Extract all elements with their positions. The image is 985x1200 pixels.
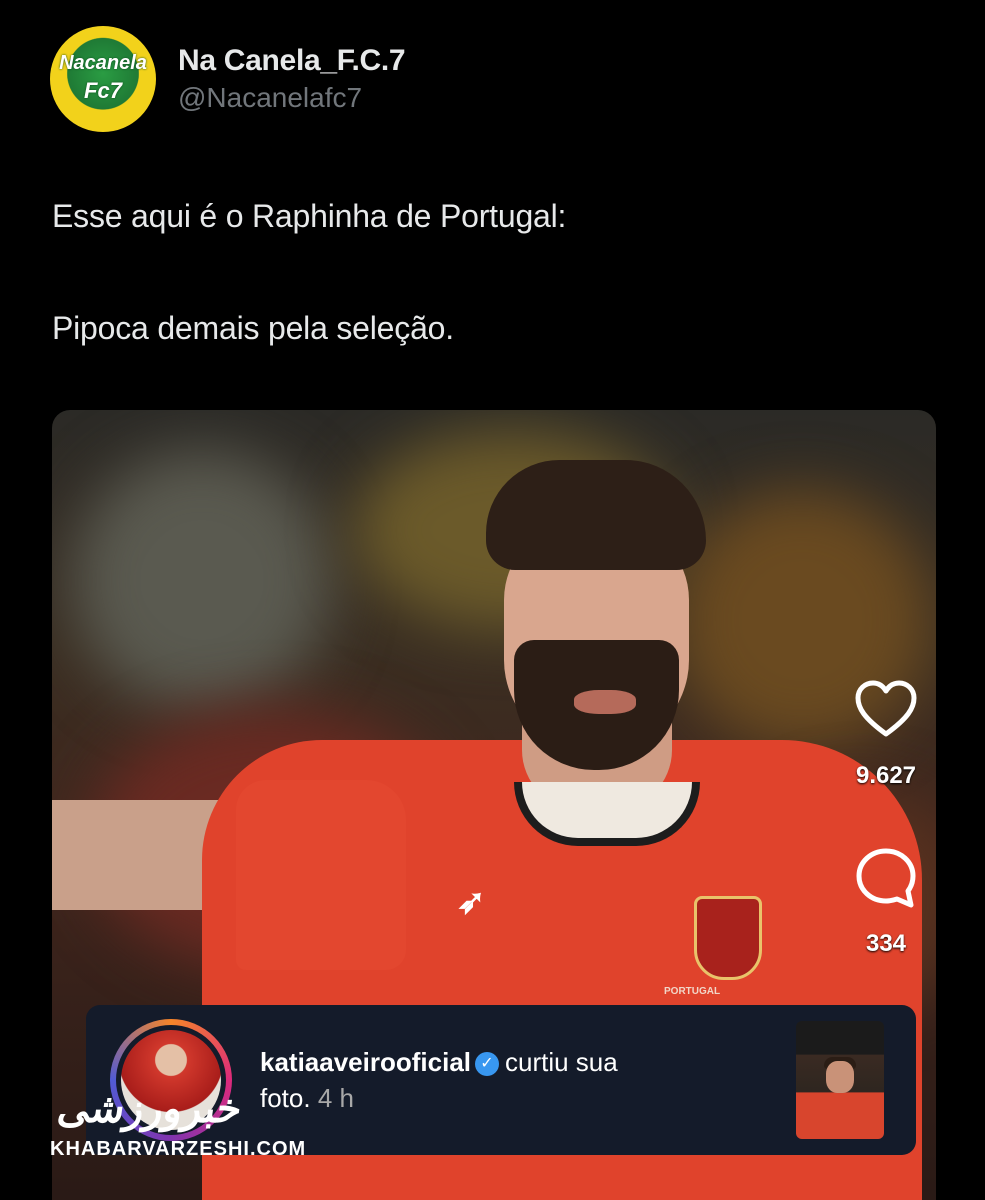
account-avatar[interactable]: Nacanela Fc7 [50,26,156,132]
notification-post-thumbnail[interactable] [796,1021,884,1139]
account-names: Na Canela_F.C.7 @Nacanelafc7 [178,44,406,114]
watermark-site: KHABARVARZESHI.COM [50,1138,307,1160]
notification-time: 4 h [317,1083,354,1113]
player-hair [486,460,706,570]
comment-count: 334 [865,930,907,957]
display-name[interactable]: Na Canela_F.C.7 [178,44,406,78]
account-handle[interactable]: @Nacanelafc7 [178,82,405,114]
thumbnail-face [826,1061,854,1093]
tweet-header: Nacanela Fc7 Na Canela_F.C.7 @Nacanelafc… [50,26,406,132]
notification-text: katiaaveirooficial ✓ curtiu sua foto. 4 h [260,1044,740,1116]
player-mouth [574,690,636,714]
avatar-logo-bottom: Fc7 [84,78,122,103]
like-action[interactable]: 9.627 [848,680,924,790]
jersey-text: PORTUGAL [664,986,721,997]
puma-logo-icon: ➶ [457,883,486,921]
heart-icon[interactable] [848,680,924,738]
comment-icon[interactable] [848,846,924,910]
tweet-text-line-2: Pipoca demais pela seleção. [52,310,454,346]
avatar-logo-top: Nacanela [59,52,147,74]
site-watermark: خبرورزشی KHABARVARZESHI.COM [50,1086,306,1161]
notification-action: curtiu sua [505,1047,618,1077]
like-count: 9.627 [855,762,917,789]
portugal-crest-icon [694,896,762,980]
watermark-logo: خبرورزشی [54,1087,245,1131]
player-sleeve [236,780,406,970]
tweet-text-line-1: Esse aqui é o Raphinha de Portugal: [52,198,567,234]
comment-action[interactable]: 334 [848,846,924,958]
verified-icon: ✓ [475,1052,499,1077]
notification-username[interactable]: katiaaveirooficial [260,1047,471,1077]
